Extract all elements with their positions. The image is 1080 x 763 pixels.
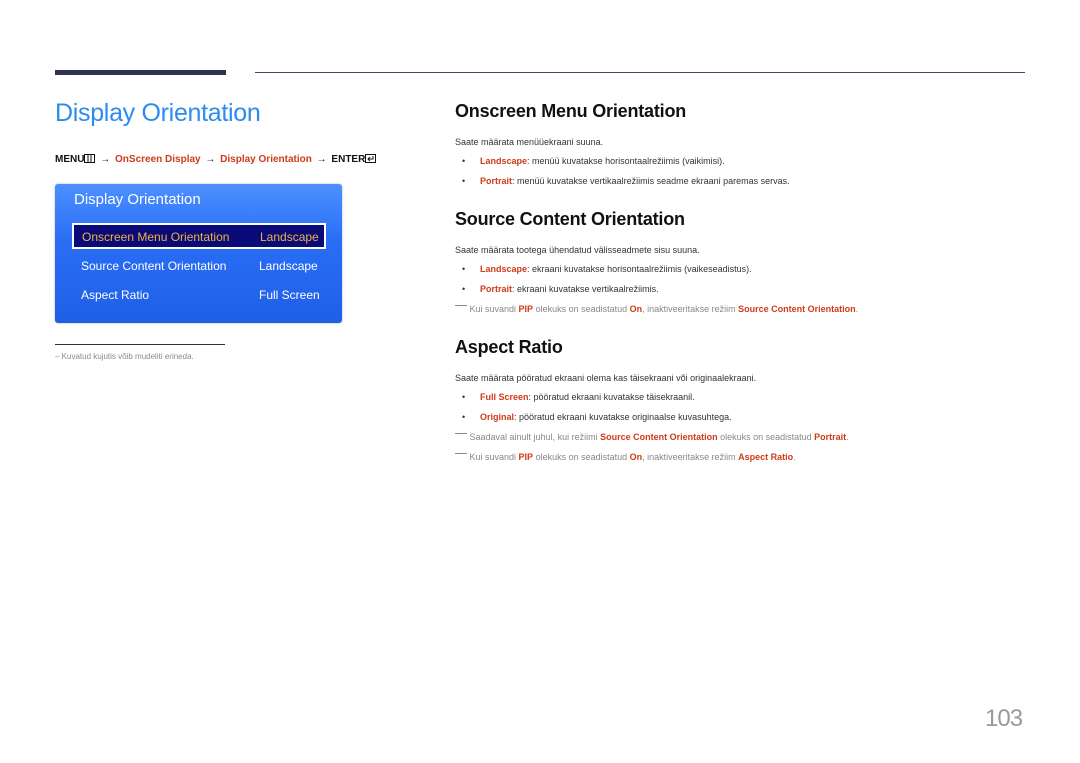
bullet-text: : menüü kuvatakse vertikaalrežiimis sead… <box>512 176 790 186</box>
note-text: Kui suvandi <box>469 452 519 462</box>
bullet-text: : pööratud ekraani kuvatakse originaalse… <box>514 412 732 422</box>
bullet-item: • Full Screen: pööratud ekraani kuvatakse… <box>462 392 695 402</box>
bullet-item: • Original: pööratud ekraani kuvatakse or… <box>462 412 732 422</box>
heading-aspect-ratio: Aspect Ratio <box>455 337 563 357</box>
osd-item-value: Full Screen <box>259 288 320 302</box>
intro-aspect: Saate määrata pööratud ekraani olema kas… <box>455 373 757 383</box>
bullet-text: : ekraani kuvatakse horisontaalrežiimis … <box>527 264 752 274</box>
header-rule <box>255 72 1025 73</box>
note-text: . <box>793 452 796 462</box>
path-onscreen-display: OnScreen Display <box>115 154 201 165</box>
osd-title: Display Orientation <box>74 191 201 208</box>
bullet-term: Full Screen <box>480 392 529 402</box>
note-source-pip: Kui suvandi PIP olekuks on seadistatud O… <box>455 304 858 314</box>
osd-item-label: Source Content Orientation <box>81 259 227 273</box>
path-arrow: → <box>205 154 216 165</box>
note-text: olekuks on seadistatud <box>717 432 815 442</box>
osd-item-onscreen-menu-orientation[interactable]: Onscreen Menu Orientation Landscape <box>72 223 326 249</box>
bullet-term: Original <box>480 412 515 422</box>
footnote: – Kuvatud kujutis võib mudeliti erineda. <box>55 352 194 361</box>
note-term: PIP <box>518 304 534 314</box>
note-term: On <box>629 304 643 314</box>
note-term: PIP <box>518 452 534 462</box>
bullet-text: : pööratud ekraani kuvatakse täisekraani… <box>528 392 695 402</box>
enter-icon <box>365 154 377 166</box>
note-aspect-portrait: Saadaval ainult juhul, kui režiimi Sourc… <box>455 432 849 442</box>
bullet-item: • Portrait: menüü kuvatakse vertikaalreži… <box>462 176 790 186</box>
note-text: , inaktiveeritakse režiim <box>642 304 739 314</box>
note-text: Saadaval ainult juhul, kui režiimi <box>469 432 601 442</box>
note-aspect-pip: Kui suvandi PIP olekuks on seadistatud O… <box>455 452 796 462</box>
note-term: Aspect Ratio <box>738 452 794 462</box>
path-arrow: → <box>316 154 327 165</box>
bullet-item: • Portrait: ekraani kuvatakse vertikaalre… <box>462 284 659 294</box>
osd-menu-panel: Display Orientation Onscreen Menu Orient… <box>55 184 342 323</box>
intro-source: Saate määrata tootega ühendatud välissea… <box>455 245 700 255</box>
intro-onscreen: Saate määrata menüüekraani suuna. <box>455 137 604 147</box>
osd-item-label: Aspect Ratio <box>81 288 150 302</box>
page-title: Display Orientation <box>55 99 261 127</box>
osd-item-source-content-orientation[interactable]: Source Content Orientation Landscape <box>72 253 326 279</box>
note-text: olekuks on seadistatud <box>533 452 630 462</box>
enter-label: ENTER <box>331 154 366 165</box>
osd-item-value: Landscape <box>259 259 318 273</box>
bullet-term: Portrait <box>480 284 513 294</box>
header-bar-thick <box>55 70 226 75</box>
osd-item-label: Onscreen Menu Orientation <box>82 230 230 244</box>
bullet-term: Landscape <box>480 156 528 166</box>
note-dash-icon <box>455 433 467 434</box>
note-text: . <box>846 432 849 442</box>
note-dash-icon <box>455 305 467 306</box>
note-text: . <box>855 304 859 314</box>
note-term: Source Content Orientation <box>738 304 856 314</box>
note-term: On <box>629 452 643 462</box>
bullet-text: : menüü kuvatakse horisontaalrežiimis (v… <box>527 156 725 166</box>
heading-source-content-orientation: Source Content Orientation <box>455 209 685 229</box>
path-display-orientation: Display Orientation <box>220 154 312 165</box>
note-dash-icon <box>455 453 467 454</box>
note-term: Source Content Orientation <box>600 432 718 442</box>
note-text: Kui suvandi <box>469 304 519 314</box>
menu-path: MENU → OnScreen Display → Display Orient… <box>55 154 377 166</box>
path-arrow: → <box>100 154 111 165</box>
note-text: olekuks on seadistatud <box>533 304 630 314</box>
bullet-term: Landscape <box>480 264 528 274</box>
footnote-divider <box>55 344 225 345</box>
note-text: , inaktiveeritakse režiim <box>642 452 739 462</box>
note-term: Portrait <box>814 432 847 442</box>
menu-icon <box>84 154 96 166</box>
bullet-item: • Landscape: menüü kuvatakse horisontaalr… <box>462 156 725 166</box>
menu-label: MENU <box>55 154 85 165</box>
heading-onscreen-menu-orientation: Onscreen Menu Orientation <box>455 101 687 121</box>
bullet-item: • Landscape: ekraani kuvatakse horisontaa… <box>462 264 752 274</box>
osd-item-aspect-ratio[interactable]: Aspect Ratio Full Screen <box>72 282 326 308</box>
bullet-text: : ekraani kuvatakse vertikaalrežiimis. <box>512 284 659 294</box>
osd-item-value: Landscape <box>260 230 319 244</box>
page-number: 103 <box>985 705 1023 732</box>
bullet-term: Portrait <box>480 176 513 186</box>
